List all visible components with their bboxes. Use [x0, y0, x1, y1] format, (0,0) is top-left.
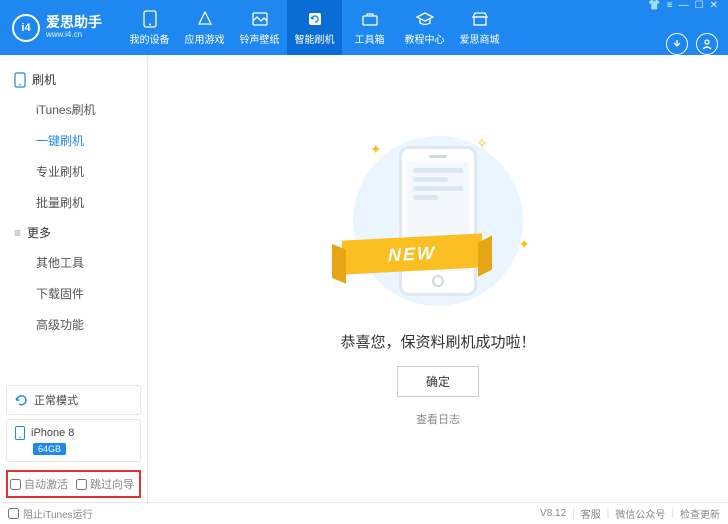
sidebar-item-pro[interactable]: 专业刷机 — [0, 156, 147, 187]
success-illustration: ✦ ✧ ✦ NEW — [348, 131, 528, 311]
device-name: iPhone 8 — [31, 427, 74, 439]
sparkle-icon: ✧ — [476, 135, 488, 152]
sidebar-item-othertools[interactable]: 其他工具 — [0, 247, 147, 278]
tab-tutorials[interactable]: 教程中心 — [397, 0, 452, 55]
tab-ringtones[interactable]: 铃声壁纸 — [232, 0, 287, 55]
view-log-link[interactable]: 查看日志 — [416, 411, 460, 427]
header-right: 👕 ≡ — ☐ ✕ — [638, 0, 728, 55]
sidebar-item-onekey[interactable]: 一键刷机 — [0, 125, 147, 156]
storage-badge: 64GB — [33, 443, 66, 455]
version-label: V8.12 — [540, 508, 566, 519]
sparkle-icon: ✦ — [518, 236, 530, 253]
close-icon[interactable]: ✕ — [710, 0, 718, 11]
list-icon: ≡ — [14, 226, 21, 240]
new-ribbon: NEW — [342, 233, 482, 274]
wallpaper-icon — [251, 10, 269, 28]
tab-apps[interactable]: 应用游戏 — [177, 0, 232, 55]
app-title: 爱思助手 — [46, 15, 102, 30]
menu-icon[interactable]: ≡ — [667, 0, 673, 11]
phone-icon — [14, 72, 26, 88]
sidebar-item-download[interactable]: 下载固件 — [0, 278, 147, 309]
sidebar-item-itunes[interactable]: iTunes刷机 — [0, 94, 147, 125]
tab-flash[interactable]: 智能刷机 — [287, 0, 342, 55]
flash-icon — [306, 10, 324, 28]
sparkle-icon: ✦ — [370, 141, 382, 158]
phone-illustration — [399, 146, 477, 296]
user-button[interactable] — [696, 33, 718, 55]
update-link[interactable]: 检查更新 — [680, 506, 720, 521]
tab-toolbox[interactable]: 工具箱 — [342, 0, 397, 55]
sidebar-item-advanced[interactable]: 高级功能 — [0, 309, 147, 340]
toolbox-icon — [361, 10, 379, 28]
skip-wizard-checkbox[interactable]: 跳过向导 — [76, 476, 134, 492]
app-url: www.i4.cn — [46, 31, 102, 40]
nav-tabs: 我的设备 应用游戏 铃声壁纸 智能刷机 工具箱 教程中心 爱思商城 — [122, 0, 638, 55]
tab-store[interactable]: 爱思商城 — [452, 0, 507, 55]
download-button[interactable] — [666, 33, 688, 55]
status-bar: 阻止iTunes运行 V8.12| 客服| 微信公众号| 检查更新 — [0, 502, 728, 524]
main-content: ✦ ✧ ✦ NEW 恭喜您，保资料刷机成功啦！ 确定 查看日志 — [148, 55, 728, 502]
maximize-icon[interactable]: ☐ — [695, 0, 704, 11]
ok-button[interactable]: 确定 — [397, 366, 479, 397]
prevent-itunes-checkbox[interactable]: 阻止iTunes运行 — [8, 506, 93, 521]
graduation-icon — [416, 10, 434, 28]
shirt-icon[interactable]: 👕 — [648, 0, 660, 11]
activation-options: 自动激活 跳过向导 — [6, 470, 141, 498]
support-link[interactable]: 客服 — [581, 506, 601, 521]
success-message: 恭喜您，保资料刷机成功啦！ — [340, 331, 535, 352]
sidebar-item-batch[interactable]: 批量刷机 — [0, 187, 147, 218]
tab-my-device[interactable]: 我的设备 — [122, 0, 177, 55]
mode-status[interactable]: 正常模式 — [6, 385, 141, 415]
sidebar-group-more: ≡ 更多 — [0, 218, 147, 247]
store-icon — [471, 10, 489, 28]
device-card[interactable]: iPhone 8 64GB — [6, 419, 141, 462]
sidebar-group-flash: 刷机 — [0, 65, 147, 94]
wechat-link[interactable]: 微信公众号 — [615, 506, 665, 521]
apps-icon — [196, 10, 214, 28]
window-controls: 👕 ≡ — ☐ ✕ — [648, 0, 718, 11]
logo-icon: i4 — [12, 14, 40, 42]
auto-activate-checkbox[interactable]: 自动激活 — [10, 476, 68, 492]
refresh-icon — [15, 394, 28, 407]
title-bar: i4 爱思助手 www.i4.cn 我的设备 应用游戏 铃声壁纸 智能刷机 工具… — [0, 0, 728, 55]
phone-icon — [141, 10, 159, 28]
sidebar: 刷机 iTunes刷机 一键刷机 专业刷机 批量刷机 ≡ 更多 其他工具 下载固… — [0, 55, 148, 502]
phone-icon — [15, 426, 25, 440]
minimize-icon[interactable]: — — [679, 0, 689, 11]
logo: i4 爱思助手 www.i4.cn — [0, 14, 114, 42]
